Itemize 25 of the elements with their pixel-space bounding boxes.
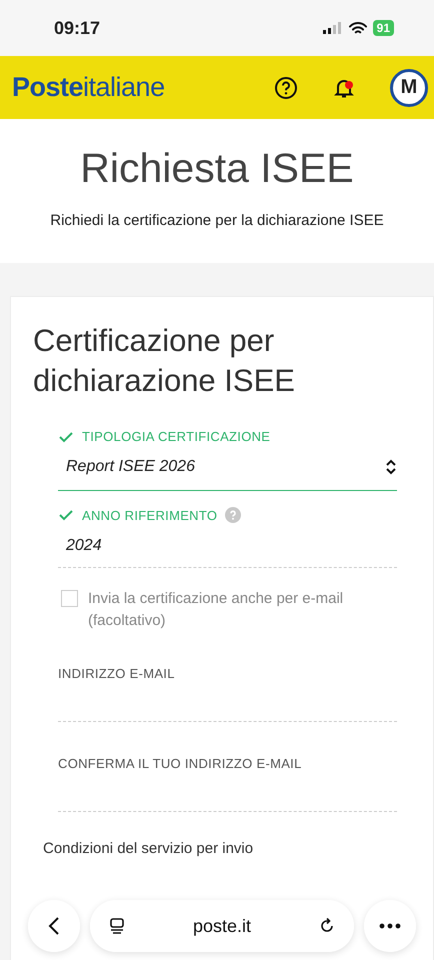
status-time: 09:17 xyxy=(54,18,100,38)
page-subtitle: Richiedi la certificazione per la dichiarazione ISEE xyxy=(49,212,385,229)
wifi-icon xyxy=(348,22,367,34)
field-label: ANNO RIFERIMENTO xyxy=(82,508,218,522)
field-label: CONFERMA IL TUO INDIRIZZO E-MAIL xyxy=(58,756,302,771)
card-title: Certificazione per dichiarazione ISEE xyxy=(33,322,296,400)
battery-level: 91 xyxy=(372,20,394,36)
help-icon[interactable] xyxy=(274,76,298,100)
email-checkbox[interactable] xyxy=(61,590,78,607)
tabs-icon[interactable] xyxy=(108,917,126,935)
field-label: INDIRIZZO E-MAIL xyxy=(58,666,175,681)
chevron-left-icon xyxy=(48,916,60,936)
page-title: Richiesta ISEE xyxy=(79,145,355,192)
url-text: poste.it xyxy=(192,916,252,936)
field-label: TIPOLOGIA CERTIFICAZIONE xyxy=(82,429,270,444)
logo[interactable]: Posteitaliane xyxy=(12,72,165,103)
address-bar[interactable]: poste.it xyxy=(90,900,354,952)
user-avatar[interactable]: M xyxy=(390,68,428,106)
chevron-updown-icon xyxy=(385,459,397,475)
conditions-title: Condizioni del servizio per invio xyxy=(43,840,254,857)
checkbox-label: Invia la certificazione anche per e-mail (facoltativo) xyxy=(88,589,344,631)
signal-icon xyxy=(322,22,343,34)
more-dots-icon xyxy=(379,923,401,929)
year-field[interactable]: 2024 xyxy=(58,523,397,568)
certification-type-select[interactable]: Report ISEE 2026 xyxy=(58,444,397,491)
